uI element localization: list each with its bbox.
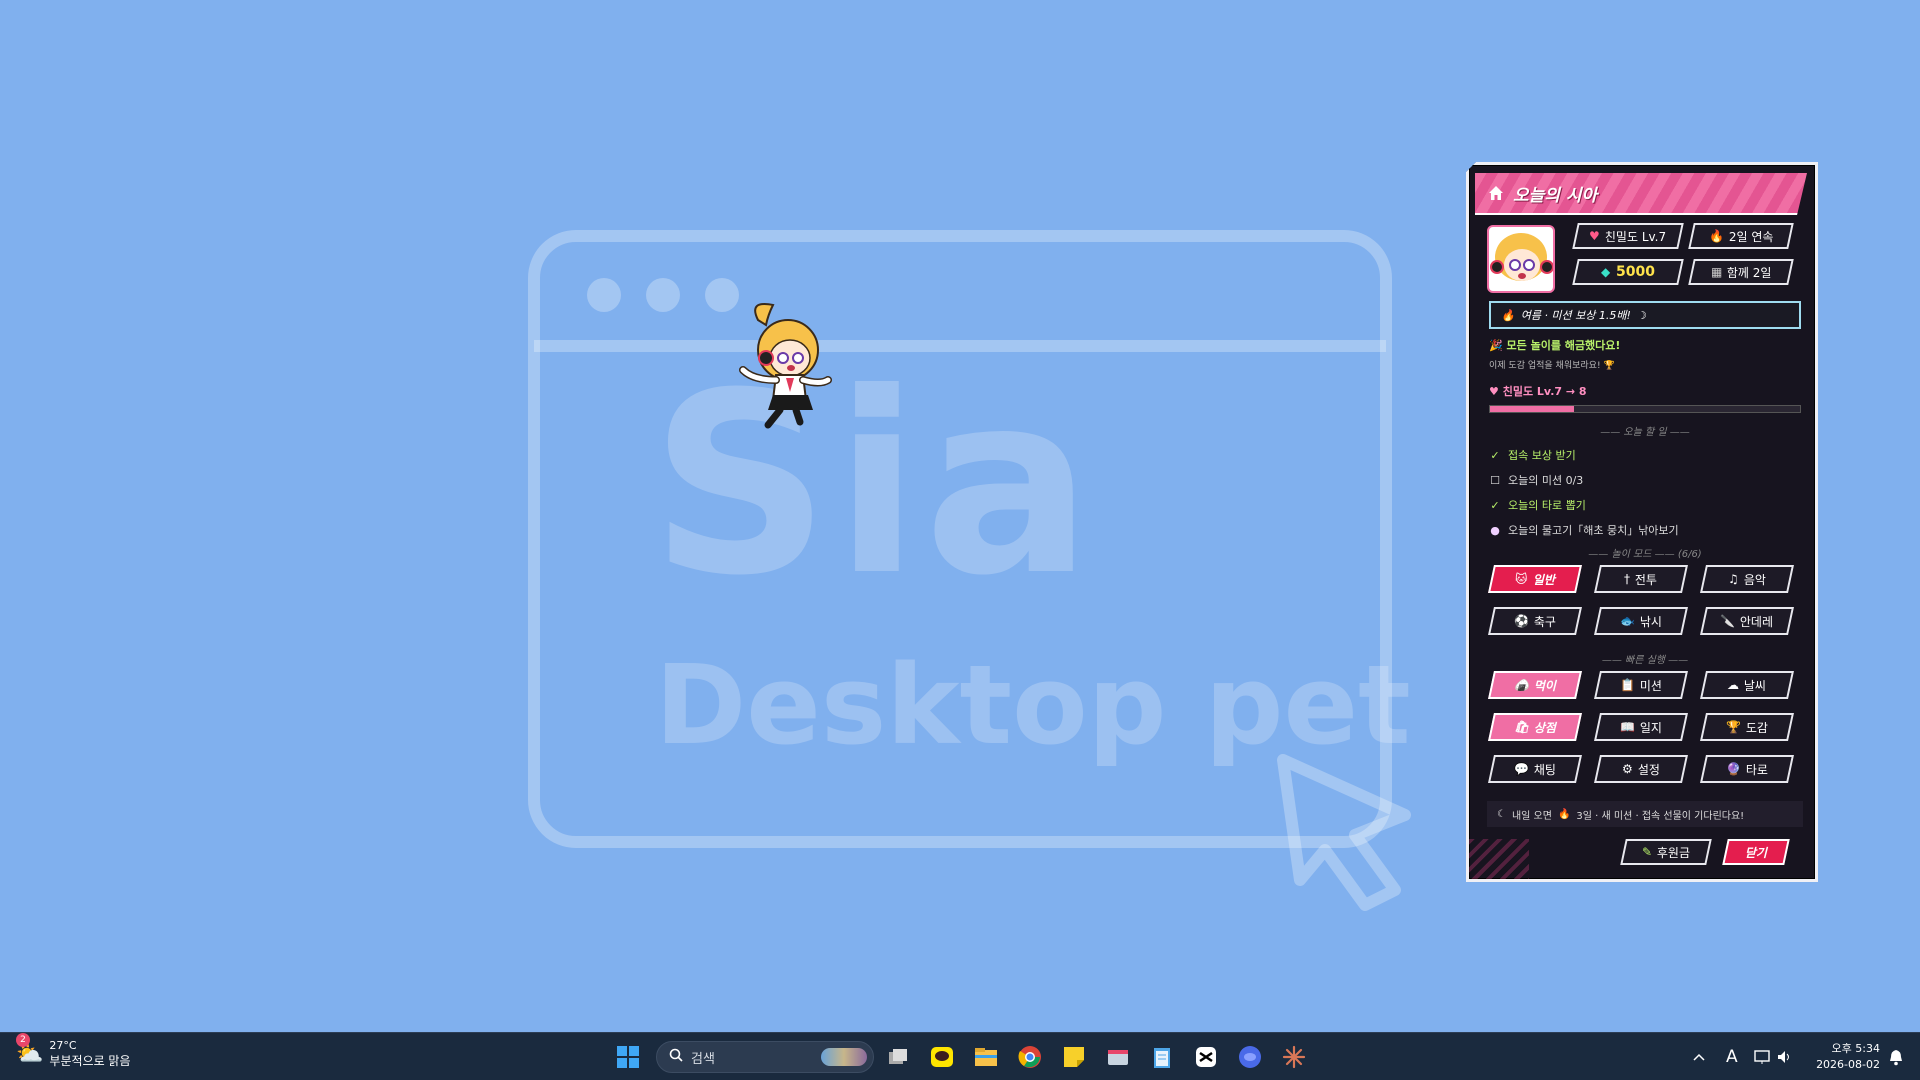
calendar-icon: ▦ [1710, 265, 1722, 279]
network-icon[interactable] [1754, 1033, 1772, 1080]
todo-section-header: —— 오늘 할 일 —— [1600, 427, 1690, 438]
sword-icon: † [1624, 572, 1631, 586]
check-icon: ✓ [1490, 448, 1500, 462]
heart-icon: ♥ [1489, 385, 1499, 398]
wallpaper-subtitle: Desktop pet [655, 641, 1411, 769]
todo-item-fish[interactable]: ● 오늘의 물고기「해초 뭉치」낚아보기 [1489, 522, 1678, 538]
pencil-icon: ✎ [1641, 845, 1652, 859]
checkbox-icon: ☐ [1490, 473, 1500, 487]
book-icon: 📖 [1619, 720, 1635, 734]
claude-icon[interactable] [1280, 1043, 1308, 1071]
notification-bell-icon[interactable] [1888, 1033, 1904, 1080]
sticky-notes-icon[interactable] [1060, 1043, 1088, 1071]
weather-widget[interactable]: ⛅ 27°C 부분적으로 맑음 [16, 1039, 131, 1069]
system-clock[interactable]: 오후 5:34 2026-08-02 [1800, 1041, 1880, 1073]
cloud-icon: ☁ [1727, 678, 1740, 692]
chat-app-icon[interactable] [1236, 1043, 1264, 1071]
moon-icon: ☾ [1497, 808, 1506, 820]
mode-normal-button[interactable]: 🐱 일반 [1488, 565, 1582, 593]
mode-section-header: —— 놀이 모드 —— (6/6) [1588, 549, 1702, 560]
kakaotalk-icon[interactable] [928, 1043, 956, 1071]
knife-icon: 🔪 [1720, 614, 1736, 628]
gem-count-badge: ◆ 5000 [1572, 259, 1684, 285]
affinity-progress-bar [1489, 405, 1801, 413]
taskbar: ⛅ 27°C 부분적으로 맑음 2 검색 A 오후 5:34 2026-08-0… [0, 1032, 1920, 1080]
feed-button[interactable]: 🍙 먹이 [1488, 671, 1582, 699]
notepad-icon[interactable] [1148, 1043, 1176, 1071]
shopping-bag-icon: 🛍 [1513, 720, 1530, 734]
music-icon: ♫ [1728, 572, 1739, 586]
crystal-ball-icon: 🔮 [1725, 762, 1741, 776]
mission-button[interactable]: 📋 미션 [1594, 671, 1688, 699]
food-bowl-icon: 🍙 [1513, 678, 1529, 692]
heart-icon: ♥ [1589, 229, 1601, 243]
party-icon: 🎉 [1489, 339, 1503, 352]
mode-yandere-button[interactable]: 🔪 안데레 [1700, 607, 1794, 635]
search-icon [669, 1048, 683, 1066]
home-icon [1487, 184, 1505, 202]
soccer-ball-icon: ⚽ [1513, 614, 1529, 628]
days-together-badge: ▦ 함께 2일 [1688, 259, 1794, 285]
capcut-icon[interactable] [1192, 1043, 1220, 1071]
streak-badge: 🔥 2일 연속 [1688, 223, 1794, 249]
trophy-icon: 🏆 [1603, 361, 1615, 371]
show-hidden-icons-chevron-up-icon[interactable] [1692, 1033, 1706, 1080]
tomorrow-note: ☾ 내일 오면 🔥 3일 · 새 미션 · 접속 선물이 기다린다요! [1487, 801, 1803, 827]
volume-icon[interactable] [1776, 1033, 1792, 1080]
unlock-sub-message: 이제 도감 업적을 채워보라요! 🏆 [1489, 361, 1615, 371]
affinity-progress-label: ♥ 친밀도 Lv.7 → 8 [1489, 385, 1587, 398]
affinity-level-badge: ♥ 친밀도 Lv.7 [1572, 223, 1684, 249]
todo-item-tarot[interactable]: ✓ 오늘의 타로 뽑기 [1489, 497, 1585, 513]
check-icon: ✓ [1490, 498, 1500, 512]
mode-battle-button[interactable]: † 전투 [1594, 565, 1688, 593]
weather-button[interactable]: ☁ 날씨 [1700, 671, 1794, 699]
event-banner[interactable]: 🔥 여름 · 미션 보상 1.5배! ☽ [1489, 301, 1801, 329]
settings-button[interactable]: ⚙ 설정 [1594, 755, 1688, 783]
panel-title: 오늘의 시아 [1513, 185, 1598, 206]
mode-soccer-button[interactable]: ⚽ 축구 [1488, 607, 1582, 635]
journal-button[interactable]: 📖 일지 [1594, 713, 1688, 741]
cat-icon: 🐱 [1515, 572, 1528, 586]
fish-icon: 🐟 [1619, 614, 1635, 628]
flame-icon: 🔥 [1708, 229, 1724, 243]
chat-button[interactable]: 💬 채팅 [1488, 755, 1582, 783]
mode-fishing-button[interactable]: 🐟 낚시 [1594, 607, 1688, 635]
collection-button[interactable]: 🏆 도감 [1700, 713, 1794, 741]
windows-logo-icon [617, 1046, 639, 1068]
todo-item-login-reward[interactable]: ✓ 접속 보상 받기 [1489, 447, 1575, 463]
app-window-icon[interactable] [1104, 1043, 1132, 1071]
unlock-message: 🎉 모든 놀이를 해금했다요! [1489, 339, 1621, 352]
task-view-icon[interactable] [884, 1043, 912, 1071]
affinity-progress-fill [1490, 406, 1574, 412]
todo-item-daily-mission[interactable]: ☐ 오늘의 미션 0/3 [1489, 472, 1583, 488]
start-button[interactable] [616, 1045, 640, 1069]
gem-icon: ◆ [1601, 265, 1611, 279]
close-button[interactable]: 닫기 [1722, 839, 1790, 865]
pet-status-panel: 오늘의 시아 ♥ 친밀도 Lv.7 🔥 2일 연속 ◆ 5000 ▦ 함께 2일… [1466, 162, 1818, 882]
pet-avatar [1487, 225, 1555, 293]
flame-icon: 🔥 [1557, 808, 1571, 820]
file-explorer-icon[interactable] [972, 1043, 1000, 1071]
moon-icon: ☽ [1636, 308, 1647, 322]
chat-icon: 💬 [1513, 762, 1529, 776]
tarot-button[interactable]: 🔮 타로 [1700, 755, 1794, 783]
flame-icon: 🔥 [1501, 308, 1515, 322]
taskbar-search[interactable]: 검색 [656, 1041, 874, 1073]
trophy-icon: 🏆 [1725, 720, 1741, 734]
donate-button[interactable]: ✎ 후원금 [1620, 839, 1712, 865]
search-highlight-image [821, 1048, 867, 1066]
mode-music-button[interactable]: ♫ 음악 [1700, 565, 1794, 593]
pet-character-sprite [739, 303, 832, 429]
desktop-pet-sia[interactable] [728, 300, 838, 435]
panel-header[interactable]: 오늘의 시아 [1475, 173, 1807, 215]
quick-section-header: —— 빠른 실행 —— [1601, 655, 1689, 666]
input-language-indicator[interactable]: A [1726, 1033, 1738, 1080]
wallpaper-title: Sia [650, 339, 1097, 630]
chrome-icon[interactable] [1016, 1043, 1044, 1071]
shop-button[interactable]: 🛍 상점 [1488, 713, 1582, 741]
gear-icon: ⚙ [1622, 762, 1633, 776]
lightbulb-icon: ● [1490, 523, 1500, 537]
weather-notification-badge: 2 [16, 1033, 30, 1047]
clipboard-icon: 📋 [1619, 678, 1635, 692]
